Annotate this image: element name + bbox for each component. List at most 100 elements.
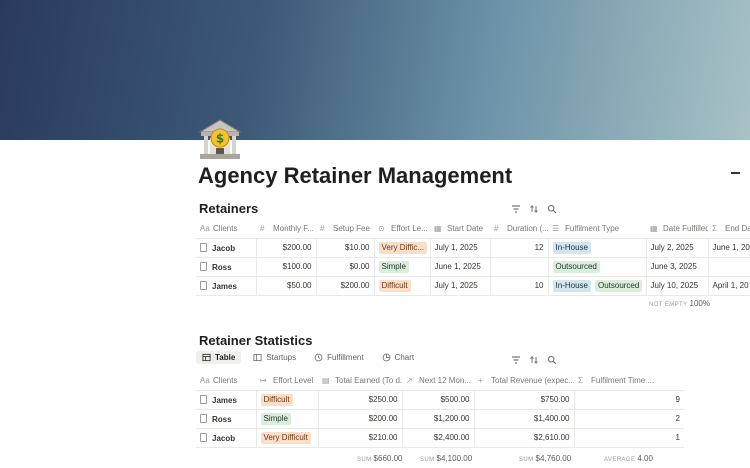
setup-fee-cell[interactable]: $0.00 (315, 257, 374, 277)
footer-sum-next12[interactable]: SUM $4,100.00 (420, 454, 472, 463)
select-tag[interactable]: Very Diffic... (378, 241, 428, 254)
duration-cell[interactable]: 10 (489, 276, 548, 296)
filter-icon[interactable] (511, 355, 521, 365)
footer-average-time[interactable]: AVERAGE 4.00 (604, 454, 653, 463)
column-header[interactable]: Σ End Da (708, 219, 750, 239)
select-tag[interactable]: Difficult (260, 393, 293, 406)
view-tab-fulfillment[interactable]: Fulfillment (308, 351, 369, 364)
table-row[interactable]: Jacob Very Difficult $210.00 $2,400.00 $2,61… (196, 428, 684, 448)
duration-cell[interactable]: 12 (489, 238, 548, 258)
start-date-cell[interactable]: July 1, 2025 (429, 238, 490, 258)
end-date-cell[interactable]: June 1, 20 (707, 238, 750, 258)
total-revenue-cell[interactable]: $2,610.00 (473, 428, 574, 448)
duration-cell[interactable] (489, 257, 548, 277)
fulfilment-type-cell[interactable]: Outsourced (547, 257, 646, 277)
select-tag[interactable]: In-House (552, 279, 591, 292)
monthly-fee-cell[interactable]: $50.00 (255, 276, 316, 296)
select-tag[interactable]: Simple (260, 412, 291, 425)
table-row[interactable]: Ross Simple $200.00 $1,200.00 $1,400.00 2 (196, 409, 684, 429)
client-cell[interactable]: James (196, 390, 256, 410)
column-header[interactable]: # Setup Fee (316, 219, 374, 239)
client-cell[interactable]: Ross (196, 257, 256, 277)
start-date-cell[interactable]: July 1, 2025 (429, 276, 490, 296)
effort-level-cell[interactable]: Difficult (255, 390, 318, 410)
select-tag[interactable]: In-House (552, 241, 591, 254)
table-row[interactable]: Jacob $200.00 $10.00 Very Diffic... July 1, … (196, 238, 750, 258)
bank-icon[interactable]: $ (196, 116, 244, 164)
column-header[interactable]: ▤ Total Earned (To d... (318, 371, 402, 391)
column-header[interactable]: Σ Fulfilment Time ... (574, 371, 684, 391)
sort-icon[interactable] (529, 355, 539, 365)
fulfilment-type-cell[interactable]: In-House Outsourced (547, 276, 646, 296)
column-header[interactable]: ☰ Fulfilment Type (548, 219, 646, 239)
sort-icon[interactable] (529, 204, 539, 214)
end-date-cell[interactable] (707, 257, 750, 277)
client-cell[interactable]: Jacob (196, 428, 256, 448)
view-tab-chart[interactable]: Chart (376, 351, 421, 364)
total-earned-cell[interactable]: $200.00 (317, 409, 402, 429)
setup-fee-cell[interactable]: $200.00 (315, 276, 374, 296)
select-tag[interactable]: Difficult (378, 279, 411, 292)
date-fulfilled-cell[interactable]: July 2, 2025 (645, 238, 708, 258)
effort-level-cell[interactable]: Simple (255, 409, 318, 429)
search-icon[interactable] (547, 355, 557, 365)
next-12-months-cell[interactable]: $500.00 (401, 390, 474, 410)
statistics-title[interactable]: Retainer Statistics (199, 333, 312, 348)
end-date-cell[interactable]: April 1, 20 (707, 276, 750, 296)
column-header[interactable]: ▦ Start Date (430, 219, 490, 239)
column-header[interactable]: Aa Clients (196, 219, 256, 239)
date-fulfilled-cell[interactable]: June 3, 2025 (645, 257, 708, 277)
table-row[interactable]: James $50.00 $200.00 Difficult July 1, 2025 1… (196, 276, 750, 296)
start-date-cell[interactable]: June 1, 2025 (429, 257, 490, 277)
date-fulfilled-cell[interactable]: July 10, 2025 (645, 276, 708, 296)
select-tag[interactable]: Outsourced (594, 279, 643, 292)
select-tag[interactable]: Simple (378, 260, 409, 273)
footer-sum-earned[interactable]: SUM $660.00 (357, 454, 402, 463)
fulfilment-time-cell[interactable]: 9 (573, 390, 684, 410)
effort-level-cell[interactable]: Very Diffic... (373, 238, 430, 258)
client-name: Ross (212, 414, 232, 424)
summary-label: SUM (420, 457, 435, 463)
fulfilment-time-cell[interactable]: 1 (573, 428, 684, 448)
effort-level-cell[interactable]: Difficult (373, 276, 430, 296)
total-revenue-cell[interactable]: $750.00 (473, 390, 574, 410)
next-12-months-cell[interactable]: $1,200.00 (401, 409, 474, 429)
column-header[interactable]: # Monthly F... (256, 219, 316, 239)
fulfilment-time-cell[interactable]: 2 (573, 409, 684, 429)
total-earned-cell[interactable]: $250.00 (317, 390, 402, 410)
table-row[interactable]: Ross $100.00 $0.00 Simple June 1, 2025 Outsou… (196, 257, 750, 277)
retainers-footer-summary[interactable]: NOT EMPTY 100% (649, 299, 710, 308)
filter-icon[interactable] (511, 204, 521, 214)
column-header[interactable]: ↗ Next 12 Mon... (402, 371, 474, 391)
column-header[interactable]: Aa Clients (196, 371, 256, 391)
footer-sum-revenue[interactable]: SUM $4,760.00 (519, 454, 571, 463)
view-tab-startups[interactable]: Startups (247, 351, 302, 364)
fulfilment-type-cell[interactable]: In-House (547, 238, 646, 258)
client-cell[interactable]: Ross (196, 409, 256, 429)
next-12-months-cell[interactable]: $2,400.00 (401, 428, 474, 448)
total-earned-cell[interactable]: $210.00 (317, 428, 402, 448)
column-header[interactable]: ⊙ Effort Le... (374, 219, 430, 239)
monthly-fee-cell[interactable]: $100.00 (255, 257, 316, 277)
column-header[interactable]: ↦ Effort Level (256, 371, 318, 391)
setup-fee-cell[interactable]: $10.00 (315, 238, 374, 258)
search-icon[interactable] (547, 204, 557, 214)
page-menu-dash[interactable] (731, 172, 740, 174)
view-tab-table[interactable]: Table (196, 351, 242, 364)
effort-level-cell[interactable]: Very Difficult (255, 428, 318, 448)
client-cell[interactable]: James (196, 276, 256, 296)
column-header-label: Total Revenue (expec... (491, 375, 574, 385)
column-header[interactable]: # Duration (... (490, 219, 548, 239)
select-tag[interactable]: Outsourced (552, 260, 600, 273)
column-header[interactable]: ▦ Date Fulfilled (646, 219, 708, 239)
effort-level-cell[interactable]: Simple (373, 257, 430, 277)
total-revenue-cell[interactable]: $1,400.00 (473, 409, 574, 429)
retainers-title[interactable]: Retainers (199, 201, 258, 216)
column-header[interactable]: + Total Revenue (expec... (474, 371, 574, 391)
select-tag[interactable]: Very Difficult (260, 431, 311, 444)
client-name: Ross (212, 262, 232, 272)
client-cell[interactable]: Jacob (196, 238, 256, 258)
monthly-fee-cell[interactable]: $200.00 (255, 238, 316, 258)
table-row[interactable]: James Difficult $250.00 $500.00 $750.00 9 (196, 390, 684, 410)
svg-text:$: $ (216, 132, 224, 146)
